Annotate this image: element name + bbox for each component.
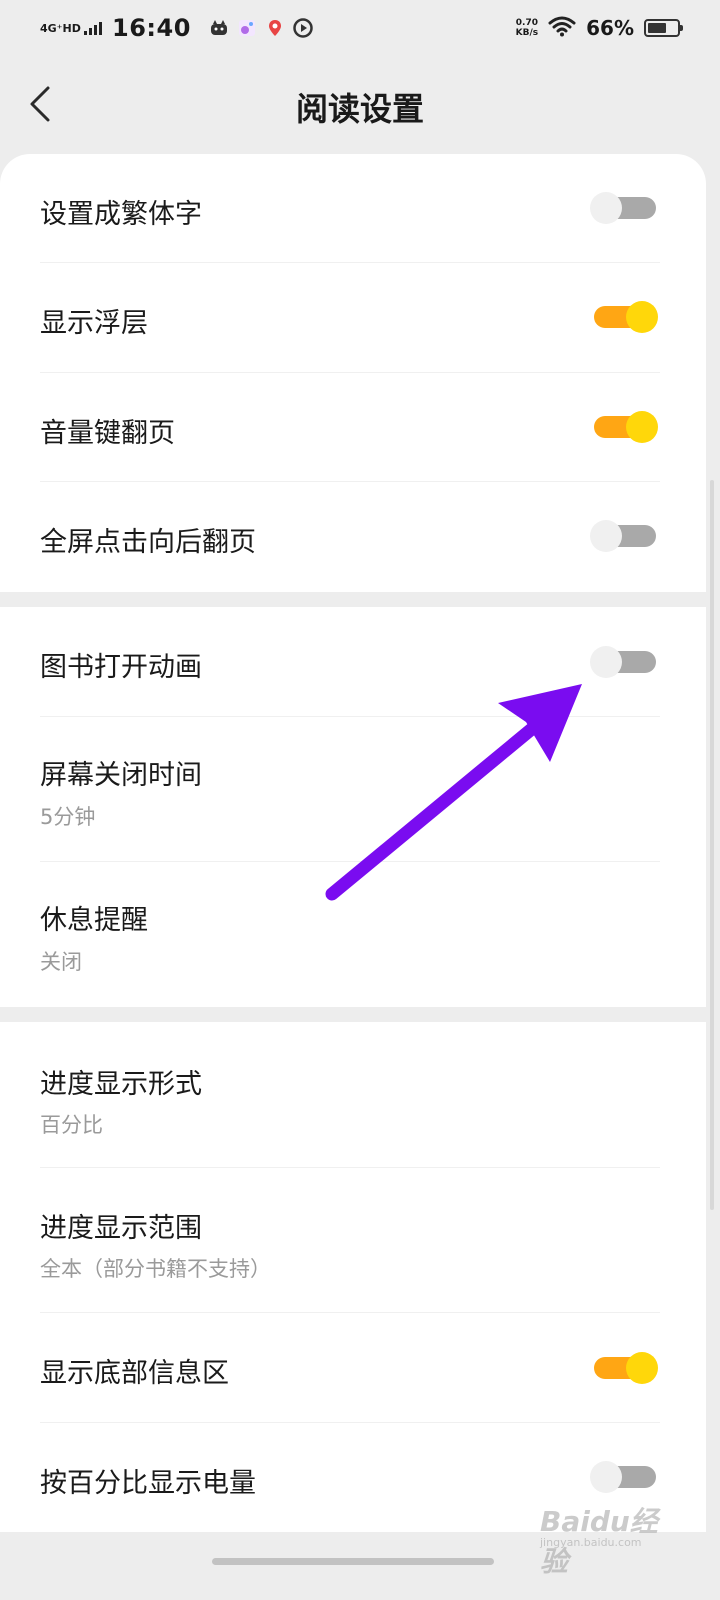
toggle-switch[interactable] <box>590 516 660 556</box>
home-indicator[interactable] <box>212 1558 494 1565</box>
settings-section-1: 设置成繁体字 显示浮层 音量键翻页 全屏点击向后翻页 <box>0 154 706 592</box>
setting-row-show-overlay[interactable]: 显示浮层 <box>40 263 660 372</box>
setting-title: 显示底部信息区 <box>40 1358 229 1389</box>
speed-value: 0.70 <box>515 18 538 28</box>
setting-title: 显示浮层 <box>40 308 148 339</box>
toggle-switch[interactable] <box>590 188 660 228</box>
setting-row-book-open-animation[interactable]: 图书打开动画 <box>40 607 660 717</box>
setting-row-progress-format[interactable]: 进度显示形式 百分比 <box>40 1022 660 1167</box>
status-right: 0.70 KB/s 66% <box>516 15 683 41</box>
play-app-icon <box>293 18 313 38</box>
status-bar: 4G⁺HD 16:40 0.70 KB/s 66% <box>0 0 720 56</box>
setting-row-fullscreen-tap-next[interactable]: 全屏点击向后翻页 <box>40 482 660 592</box>
header: 阅读设置 <box>0 70 720 140</box>
setting-title: 按百分比显示电量 <box>40 1468 256 1499</box>
toggle-switch[interactable] <box>590 1457 660 1497</box>
signal-icon <box>84 21 102 35</box>
setting-value: 关闭 <box>40 950 82 974</box>
setting-row-volume-key-page[interactable]: 音量键翻页 <box>40 373 660 482</box>
network-type: 4G⁺HD <box>40 21 81 35</box>
setting-title: 全屏点击向后翻页 <box>40 527 256 558</box>
wifi-icon <box>548 15 576 41</box>
watermark-url: jingyan.baidu.com <box>540 1536 642 1549</box>
setting-title: 进度显示范围 <box>40 1213 202 1244</box>
setting-row-traditional-chinese[interactable]: 设置成繁体字 <box>40 154 660 263</box>
setting-title: 进度显示形式 <box>40 1069 202 1100</box>
baidu-watermark: Baidu经验 jingyan.baidu.com <box>540 1500 680 1578</box>
network-speed: 0.70 KB/s <box>516 18 538 38</box>
setting-value: 5分钟 <box>40 805 96 829</box>
setting-row-progress-range[interactable]: 进度显示范围 全本（部分书籍不支持） <box>40 1168 660 1313</box>
photo-app-icon <box>237 18 257 38</box>
setting-value: 百分比 <box>40 1113 103 1137</box>
scrollbar[interactable] <box>710 480 714 1210</box>
setting-row-screen-off-time[interactable]: 屏幕关闭时间 5分钟 <box>40 717 660 862</box>
setting-row-rest-reminder[interactable]: 休息提醒 关闭 <box>40 862 660 1007</box>
settings-section-3: 进度显示形式 百分比 进度显示范围 全本（部分书籍不支持） 显示底部信息区 按百… <box>0 1022 706 1532</box>
battery-icon <box>644 19 683 37</box>
setting-row-show-bottom-info[interactable]: 显示底部信息区 <box>40 1313 660 1423</box>
location-app-icon <box>265 18 285 38</box>
cat-app-icon <box>209 18 229 38</box>
setting-value: 全本（部分书籍不支持） <box>40 1257 271 1281</box>
setting-title: 图书打开动画 <box>40 652 202 683</box>
page-title: 阅读设置 <box>295 90 424 128</box>
setting-title: 屏幕关闭时间 <box>40 760 202 791</box>
status-left: 4G⁺HD 16:40 <box>40 14 313 42</box>
battery-percent: 66% <box>586 16 634 40</box>
battery-fill <box>648 23 667 33</box>
toggle-switch[interactable] <box>590 1348 660 1388</box>
notification-icons <box>209 18 313 38</box>
toggle-switch[interactable] <box>590 297 660 337</box>
clock: 16:40 <box>112 14 191 42</box>
setting-title: 音量键翻页 <box>40 418 175 449</box>
setting-title: 设置成繁体字 <box>40 199 202 230</box>
setting-title: 休息提醒 <box>40 905 148 936</box>
toggle-switch[interactable] <box>590 642 660 682</box>
settings-section-2: 图书打开动画 屏幕关闭时间 5分钟 休息提醒 关闭 <box>0 607 706 1007</box>
toggle-switch[interactable] <box>590 407 660 447</box>
speed-unit: KB/s <box>515 28 539 38</box>
